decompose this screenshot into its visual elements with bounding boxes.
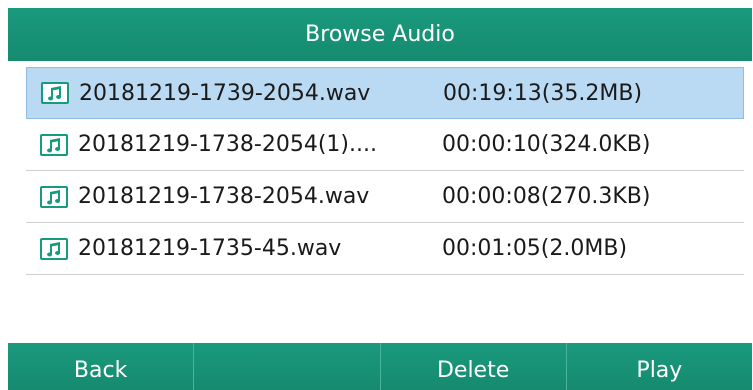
page-title: Browse Audio	[305, 22, 455, 47]
music-note-icon	[40, 133, 68, 156]
play-button[interactable]: Play	[567, 343, 752, 390]
music-note-icon	[40, 237, 68, 260]
list-item[interactable]: 20181219-1739-2054.wav 00:19:13(35.2MB)	[26, 67, 744, 119]
music-note-icon	[40, 185, 68, 208]
file-duration-size: 00:01:05(2.0MB)	[442, 236, 628, 261]
list-item[interactable]: 20181219-1735-45.wav 00:01:05(2.0MB)	[26, 223, 744, 275]
softkey-bar: Back Delete Play	[8, 343, 752, 390]
title-bar: Browse Audio	[8, 8, 752, 61]
back-button[interactable]: Back	[8, 343, 195, 390]
browse-audio-screen: Browse Audio 20181219-1739-2054.wav 00:1…	[0, 0, 753, 390]
file-name: 20181219-1735-45.wav	[78, 236, 342, 261]
softkey-empty[interactable]	[194, 343, 381, 390]
delete-button[interactable]: Delete	[381, 343, 567, 390]
music-note-icon	[41, 82, 69, 104]
list-item[interactable]: 20181219-1738-2054(1).... 00:00:10(324.0…	[26, 119, 744, 171]
audio-file-list: 20181219-1739-2054.wav 00:19:13(35.2MB) …	[8, 61, 752, 340]
file-name: 20181219-1738-2054.wav	[78, 184, 370, 209]
file-duration-size: 00:00:08(270.3KB)	[442, 184, 651, 209]
list-item[interactable]: 20181219-1738-2054.wav 00:00:08(270.3KB)	[26, 171, 744, 223]
file-name: 20181219-1738-2054(1)....	[78, 132, 377, 157]
file-duration-size: 00:19:13(35.2MB)	[443, 80, 643, 106]
file-duration-size: 00:00:10(324.0KB)	[442, 132, 651, 157]
file-name: 20181219-1739-2054.wav	[79, 80, 371, 106]
